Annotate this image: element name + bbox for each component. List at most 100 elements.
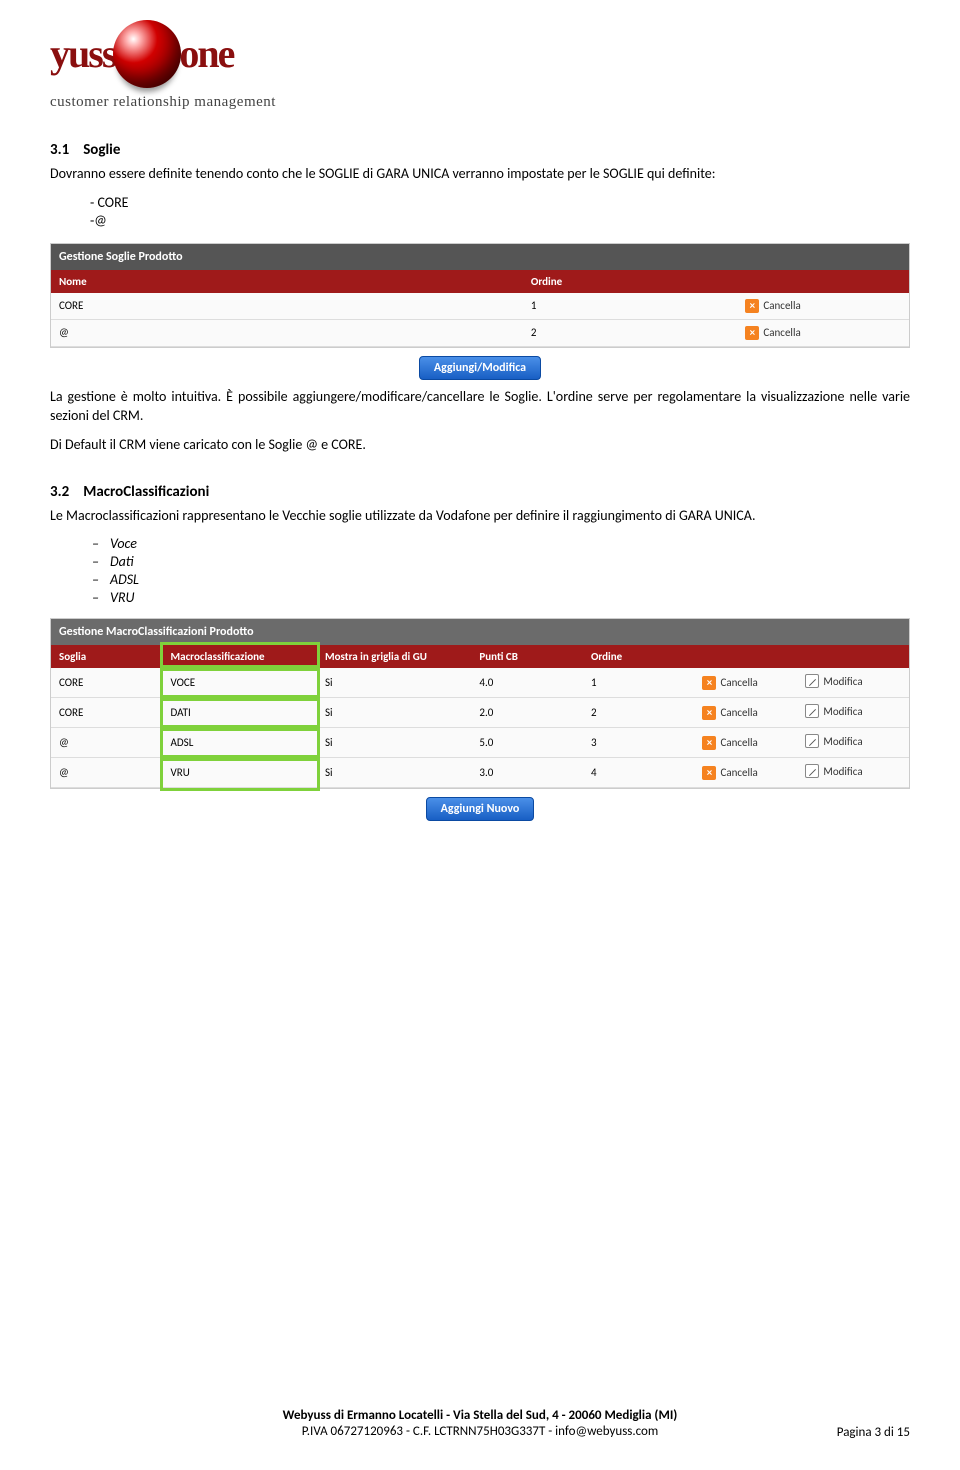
soglie-table: Nome Ordine CORE 1 ×Cancella @ 2 ×Cancel… [51,270,909,347]
close-icon: × [745,326,759,340]
cancel-button[interactable]: × Cancella [702,736,757,750]
section-title: MacroClassificazioni [83,483,209,501]
cancel-button[interactable]: × Cancella [702,766,757,780]
cancel-label: Cancella [720,766,757,779]
cell: DATI [163,698,317,728]
th: Punti CB [471,645,583,668]
table-row: CORE VOCE Si 4.0 1 × Cancella Modifica [51,668,909,698]
cell: 5.0 [471,728,583,758]
th-actions [737,270,909,293]
table-row: CORE 1 ×Cancella [51,293,909,320]
cell: 1 [583,668,695,698]
panel-header: Gestione MacroClassificazioni Prodotto [51,619,909,645]
panel-macroclassificazioni: Gestione MacroClassificazioni Prodotto S… [50,618,910,789]
list-item: Dati [110,553,910,570]
th: Soglia [51,645,163,668]
th: Ordine [583,645,695,668]
cell-nome: CORE [51,293,523,320]
section-num: 3.2 [50,483,69,501]
modify-label: Modifica [823,735,862,748]
cancel-label: Cancella [720,736,757,749]
cancel-button[interactable]: × Cancella [702,676,757,690]
close-icon: × [702,676,716,690]
section-title: Soglie [83,141,120,159]
modify-button[interactable]: Modifica [805,764,862,778]
logo-tagline: customer relationship management [50,94,910,111]
cell: 3.0 [471,758,583,788]
section2-p1: Le Macroclassificazioni rappresentano le… [50,507,910,526]
cancel-label: Cancella [720,676,757,689]
modify-label: Modifica [823,765,862,778]
list-item: - CORE [90,194,910,211]
cell: 2 [583,698,695,728]
close-icon: × [702,706,716,720]
cell: VRU [163,758,317,788]
th [797,645,909,668]
aggiungi-modifica-button[interactable]: Aggiungi/Modifica [419,356,541,380]
section2-list: Voce Dati ADSL VRU [110,535,910,606]
modify-label: Modifica [823,705,862,718]
panel-gestione-soglie: Gestione Soglie Prodotto Nome Ordine COR… [50,243,910,348]
modify-button[interactable]: Modifica [805,704,862,718]
logo-text-right: one [179,34,233,74]
close-icon: × [745,299,759,313]
table-row: @ VRU Si 3.0 4 × Cancella Modifica [51,758,909,788]
section1-list: - CORE -@ [90,194,910,229]
page-footer: Webyuss di Ermanno Locatelli - Via Stell… [50,1407,910,1440]
panel-header: Gestione Soglie Prodotto [51,244,909,270]
cancel-button[interactable]: × Cancella [702,706,757,720]
cell: ADSL [163,728,317,758]
cancel-label: Cancella [763,299,800,312]
cancel-button[interactable]: × Cancella [745,299,800,313]
cell: 4.0 [471,668,583,698]
cell: CORE [51,698,163,728]
logo-text-left: yuss [50,34,115,74]
list-item: Voce [110,535,910,552]
cancel-label: Cancella [763,326,800,339]
pencil-icon [805,704,819,718]
logo-block: yuss one customer relationship managemen… [50,20,910,111]
section1-p1: Dovranno essere definite tenendo conto c… [50,165,910,184]
th-nome: Nome [51,270,523,293]
close-icon: × [702,736,716,750]
close-icon: × [702,766,716,780]
cancel-button[interactable]: × Cancella [745,326,800,340]
section1-p2: La gestione è molto intuitiva. È possibi… [50,388,910,426]
cell: CORE [51,668,163,698]
section-3-1-heading: 3.1 Soglie [50,141,910,159]
cancel-label: Cancella [720,706,757,719]
table-row: @ 2 × Cancella [51,319,909,346]
cell: Si [317,698,471,728]
section1-p3: Di Default il CRM viene caricato con le … [50,436,910,455]
footer-line1: Webyuss di Ermanno Locatelli - Via Stell… [283,1408,678,1423]
cell: 4 [583,758,695,788]
cell-nome: @ [51,319,523,346]
page-number: Pagina 3 di 15 [837,1425,910,1440]
logo-sphere-icon [113,20,181,88]
cell: 2.0 [471,698,583,728]
list-item: -@ [90,212,910,229]
cell-ordine: 2 [523,319,738,346]
aggiungi-nuovo-button[interactable]: Aggiungi Nuovo [426,797,535,821]
section-3-2-heading: 3.2 MacroClassificazioni [50,483,910,501]
cell: Si [317,758,471,788]
th [694,645,797,668]
table-row: @ ADSL Si 5.0 3 ×Cancella Modifica [51,728,909,758]
cell: @ [51,758,163,788]
modify-button[interactable]: Modifica [805,734,862,748]
section-num: 3.1 [50,141,69,159]
modify-button[interactable]: Modifica [805,674,862,688]
table-row: CORE DATI Si 2.0 2 × Cancella Modifica [51,698,909,728]
th-ordine: Ordine [523,270,738,293]
modify-label: Modifica [823,675,862,688]
list-item: ADSL [110,571,910,588]
th: Macroclassificazione [163,645,317,668]
footer-line2: P.IVA 06727120963 - C.F. LCTRNN75H03G337… [50,1424,910,1439]
pencil-icon [805,674,819,688]
cell: VOCE [163,668,317,698]
th: Mostra in griglia di GU [317,645,471,668]
macro-table: Soglia Macroclassificazione Mostra in gr… [51,645,909,788]
cell: Si [317,728,471,758]
pencil-icon [805,734,819,748]
cell: Si [317,668,471,698]
